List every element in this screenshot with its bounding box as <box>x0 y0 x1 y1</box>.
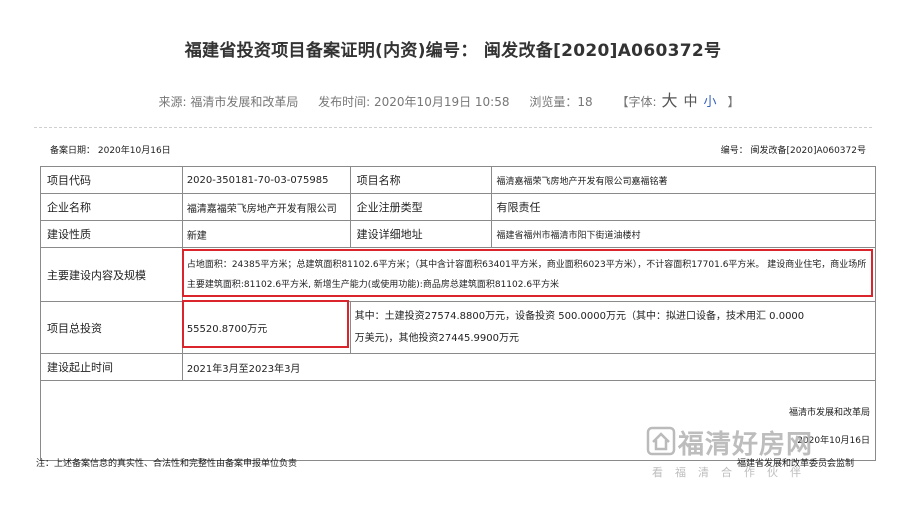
footnote: 注：上述备案信息的真实性、合法性和完整性由备案申报单位负责 <box>36 459 298 469</box>
supervision-text: 福建省发展和改革委员会监制 <box>736 459 854 469</box>
investment-detail: 其中：土建投资27574.8800万元，设备投资 500.0000万元（其中：拟… <box>349 301 877 354</box>
investment-detail-line-2: 万美元)，其他投资27445.9900万元 <box>354 332 519 344</box>
address-value: 福建省福州市福清市阳下街道油楼村 <box>491 220 876 248</box>
font-size-control: 【字体: 大中小】 <box>608 91 747 110</box>
scope-label: 主要建设内容及规模 <box>40 247 183 302</box>
record-number: 编号： 闽发改备[2020]A060372号 <box>720 146 866 156</box>
reg-type-label: 企业注册类型 <box>349 193 493 221</box>
nature-label: 建设性质 <box>40 220 183 248</box>
source-text: 来源: 福清市发展和改革局 <box>158 95 299 109</box>
table-row: 项目总投资 55520.8700万元 其中：土建投资27574.8800万元，设… <box>40 301 877 354</box>
scope-line-2: 主要建筑面积:81102.6平方米, 新增生产能力(或使用功能):商品房总建筑面… <box>186 279 560 290</box>
project-name-value: 福清嘉福荣飞房地产开发有限公司嘉福铭著 <box>491 166 876 194</box>
view-count: 浏览量：18 <box>529 95 593 109</box>
investment-detail-line-1: 其中：土建投资27574.8800万元，设备投资 500.0000万元（其中：拟… <box>354 310 805 322</box>
font-size-small-button[interactable]: 小 <box>704 95 717 110</box>
project-name-label: 项目名称 <box>349 166 493 194</box>
table-row: 企业名称 福清嘉福荣飞房地产开发有限公司 企业注册类型 有限责任 <box>40 193 876 221</box>
font-size-close-bracket: 】 <box>727 95 740 109</box>
page-title: 福建省投资项目备案证明(内资)编号： 闽发改备[2020]A060372号 <box>184 41 722 61</box>
project-code-label: 项目代码 <box>40 166 183 194</box>
table-row <box>40 380 876 461</box>
issuer-name: 福清市发展和改革局 <box>788 408 870 418</box>
scope-line-1: 占地面积：24385平方米；总建筑面积81102.6平方米；（其中含计容面积63… <box>186 259 867 270</box>
record-table: 项目代码 2020-350181-70-03-075985 项目名称 福清嘉福荣… <box>40 166 877 461</box>
period-value: 2021年3月至2023年3月 <box>181 353 877 381</box>
article-meta: 来源: 福清市发展和改革局 发布时间: 2020年10月19日 10:58 浏览… <box>0 87 906 111</box>
reg-type-value: 有限责任 <box>491 193 876 221</box>
investment-label: 项目总投资 <box>40 301 183 354</box>
table-row: 项目代码 2020-350181-70-03-075985 项目名称 福清嘉福荣… <box>40 166 876 194</box>
company-label: 企业名称 <box>40 193 183 221</box>
company-value: 福清嘉福荣飞房地产开发有限公司 <box>181 193 351 221</box>
project-code-value: 2020-350181-70-03-075985 <box>181 166 351 194</box>
font-size-big-button[interactable]: 大 <box>661 91 677 110</box>
font-size-label: 【字体: <box>616 95 657 109</box>
font-size-medium-button[interactable]: 中 <box>684 94 698 110</box>
period-label: 建设起止时间 <box>40 353 183 381</box>
table-row: 主要建设内容及规模 占地面积：24385平方米；总建筑面积81102.6平方米；… <box>40 247 877 302</box>
divider <box>34 127 872 128</box>
table-row: 建设起止时间 2021年3月至2023年3月 <box>40 353 877 381</box>
investment-total-value: 55520.8700万元 <box>181 301 351 354</box>
record-date: 备案日期： 2020年10月16日 <box>50 146 171 156</box>
publish-time: 发布时间: 2020年10月19日 10:58 <box>318 95 510 109</box>
address-label: 建设详细地址 <box>349 220 493 248</box>
issue-date: 2020年10月16日 <box>797 436 870 446</box>
signature-area <box>40 380 876 461</box>
nature-value: 新建 <box>181 220 351 248</box>
scope-value: 占地面积：24385平方米；总建筑面积81102.6平方米；（其中含计容面积63… <box>181 247 877 302</box>
table-row: 建设性质 新建 建设详细地址 福建省福州市福清市阳下街道油楼村 <box>40 220 876 248</box>
